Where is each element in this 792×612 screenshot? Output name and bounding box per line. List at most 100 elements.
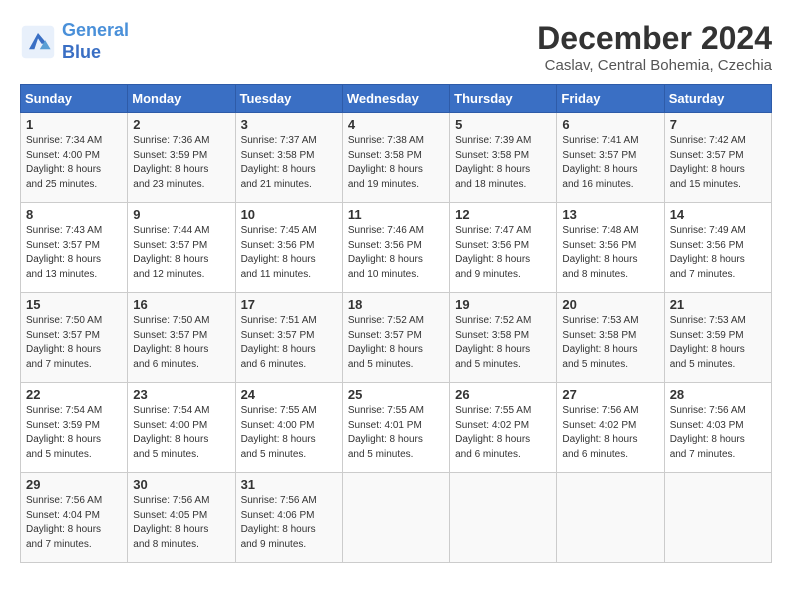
day-number: 8 xyxy=(26,207,122,222)
calendar-week-1: 1 Sunrise: 7:34 AM Sunset: 4:00 PM Daylig… xyxy=(21,113,772,203)
day-number: 30 xyxy=(133,477,229,492)
calendar-cell: 7 Sunrise: 7:42 AM Sunset: 3:57 PM Daylig… xyxy=(664,113,771,203)
page-header: General Blue December 2024 Caslav, Centr… xyxy=(20,20,772,74)
calendar-cell: 3Sunrise: 7:37 AM Sunset: 3:58 PM Daylig… xyxy=(235,113,342,203)
calendar-cell: 20 Sunrise: 7:53 AM Sunset: 3:58 PM Dayli… xyxy=(557,293,664,383)
day-number: 15 xyxy=(26,297,122,312)
day-number: 7 xyxy=(670,117,766,132)
day-info: Sunrise: 7:56 AM Sunset: 4:05 PM Dayligh… xyxy=(133,494,229,552)
calendar-cell: 22 Sunrise: 7:54 AM Sunset: 3:59 PM Dayli… xyxy=(21,383,128,473)
day-number: 6 xyxy=(562,117,658,132)
logo: General Blue xyxy=(20,20,129,63)
day-info: Sunrise: 7:53 AM Sunset: 3:59 PM Dayligh… xyxy=(670,314,766,372)
dow-header-monday: Monday xyxy=(128,85,235,113)
day-info: Sunrise: 7:41 AM Sunset: 3:57 PM Dayligh… xyxy=(562,134,658,192)
day-number: 20 xyxy=(562,297,658,312)
logo-text: General Blue xyxy=(62,20,129,63)
day-info: Sunrise: 7:36 AM Sunset: 3:59 PM Dayligh… xyxy=(133,134,229,192)
calendar-week-4: 22 Sunrise: 7:54 AM Sunset: 3:59 PM Dayli… xyxy=(21,383,772,473)
calendar-week-3: 15 Sunrise: 7:50 AM Sunset: 3:57 PM Dayli… xyxy=(21,293,772,383)
calendar-cell: 14 Sunrise: 7:49 AM Sunset: 3:56 PM Dayli… xyxy=(664,203,771,293)
calendar-cell: 17 Sunrise: 7:51 AM Sunset: 3:57 PM Dayli… xyxy=(235,293,342,383)
logo-icon xyxy=(20,24,56,60)
day-info: Sunrise: 7:55 AM Sunset: 4:02 PM Dayligh… xyxy=(455,404,551,462)
day-number: 27 xyxy=(562,387,658,402)
day-info: Sunrise: 7:49 AM Sunset: 3:56 PM Dayligh… xyxy=(670,224,766,282)
day-number: 24 xyxy=(241,387,337,402)
day-number: 26 xyxy=(455,387,551,402)
dow-header-tuesday: Tuesday xyxy=(235,85,342,113)
calendar-cell: 23 Sunrise: 7:54 AM Sunset: 4:00 PM Dayli… xyxy=(128,383,235,473)
calendar-cell: 19 Sunrise: 7:52 AM Sunset: 3:58 PM Dayli… xyxy=(450,293,557,383)
calendar-cell: 29Sunrise: 7:56 AM Sunset: 4:04 PM Dayli… xyxy=(21,473,128,563)
calendar-cell xyxy=(342,473,449,563)
calendar-cell: 27 Sunrise: 7:56 AM Sunset: 4:02 PM Dayli… xyxy=(557,383,664,473)
calendar-cell: 24 Sunrise: 7:55 AM Sunset: 4:00 PM Dayli… xyxy=(235,383,342,473)
calendar-cell: 5 Sunrise: 7:39 AM Sunset: 3:58 PM Daylig… xyxy=(450,113,557,203)
day-info: Sunrise: 7:56 AM Sunset: 4:04 PM Dayligh… xyxy=(26,494,122,552)
day-number: 10 xyxy=(241,207,337,222)
day-number: 5 xyxy=(455,117,551,132)
day-info: Sunrise: 7:56 AM Sunset: 4:06 PM Dayligh… xyxy=(241,494,337,552)
day-info: Sunrise: 7:50 AM Sunset: 3:57 PM Dayligh… xyxy=(133,314,229,372)
dow-header-sunday: Sunday xyxy=(21,85,128,113)
day-number: 31 xyxy=(241,477,337,492)
day-info: Sunrise: 7:52 AM Sunset: 3:58 PM Dayligh… xyxy=(455,314,551,372)
dow-header-friday: Friday xyxy=(557,85,664,113)
day-info: Sunrise: 7:34 AM Sunset: 4:00 PM Dayligh… xyxy=(26,134,122,192)
day-number: 19 xyxy=(455,297,551,312)
day-number: 22 xyxy=(26,387,122,402)
day-info: Sunrise: 7:47 AM Sunset: 3:56 PM Dayligh… xyxy=(455,224,551,282)
calendar-cell: 16 Sunrise: 7:50 AM Sunset: 3:57 PM Dayli… xyxy=(128,293,235,383)
calendar-cell: 1 Sunrise: 7:34 AM Sunset: 4:00 PM Daylig… xyxy=(21,113,128,203)
day-info: Sunrise: 7:52 AM Sunset: 3:57 PM Dayligh… xyxy=(348,314,444,372)
calendar-table: SundayMondayTuesdayWednesdayThursdayFrid… xyxy=(20,84,772,563)
day-number: 2 xyxy=(133,117,229,132)
day-number: 17 xyxy=(241,297,337,312)
day-number: 23 xyxy=(133,387,229,402)
day-info: Sunrise: 7:50 AM Sunset: 3:57 PM Dayligh… xyxy=(26,314,122,372)
day-info: Sunrise: 7:54 AM Sunset: 3:59 PM Dayligh… xyxy=(26,404,122,462)
calendar-week-2: 8 Sunrise: 7:43 AM Sunset: 3:57 PM Daylig… xyxy=(21,203,772,293)
calendar-cell xyxy=(450,473,557,563)
day-info: Sunrise: 7:43 AM Sunset: 3:57 PM Dayligh… xyxy=(26,224,122,282)
day-number: 13 xyxy=(562,207,658,222)
calendar-cell xyxy=(664,473,771,563)
day-info: Sunrise: 7:37 AM Sunset: 3:58 PM Dayligh… xyxy=(241,134,337,192)
day-info: Sunrise: 7:54 AM Sunset: 4:00 PM Dayligh… xyxy=(133,404,229,462)
calendar-cell: 10 Sunrise: 7:45 AM Sunset: 3:56 PM Dayli… xyxy=(235,203,342,293)
day-info: Sunrise: 7:45 AM Sunset: 3:56 PM Dayligh… xyxy=(241,224,337,282)
calendar-body: 1 Sunrise: 7:34 AM Sunset: 4:00 PM Daylig… xyxy=(21,113,772,563)
dow-header-saturday: Saturday xyxy=(664,85,771,113)
day-number: 11 xyxy=(348,207,444,222)
calendar-title: December 2024 xyxy=(537,20,772,57)
day-info: Sunrise: 7:51 AM Sunset: 3:57 PM Dayligh… xyxy=(241,314,337,372)
day-info: Sunrise: 7:44 AM Sunset: 3:57 PM Dayligh… xyxy=(133,224,229,282)
calendar-cell: 11 Sunrise: 7:46 AM Sunset: 3:56 PM Dayli… xyxy=(342,203,449,293)
day-info: Sunrise: 7:56 AM Sunset: 4:02 PM Dayligh… xyxy=(562,404,658,462)
calendar-cell: 25 Sunrise: 7:55 AM Sunset: 4:01 PM Dayli… xyxy=(342,383,449,473)
day-number: 14 xyxy=(670,207,766,222)
day-info: Sunrise: 7:56 AM Sunset: 4:03 PM Dayligh… xyxy=(670,404,766,462)
calendar-cell: 6 Sunrise: 7:41 AM Sunset: 3:57 PM Daylig… xyxy=(557,113,664,203)
day-info: Sunrise: 7:39 AM Sunset: 3:58 PM Dayligh… xyxy=(455,134,551,192)
day-number: 1 xyxy=(26,117,122,132)
dow-header-thursday: Thursday xyxy=(450,85,557,113)
day-number: 18 xyxy=(348,297,444,312)
calendar-cell: 15 Sunrise: 7:50 AM Sunset: 3:57 PM Dayli… xyxy=(21,293,128,383)
day-info: Sunrise: 7:53 AM Sunset: 3:58 PM Dayligh… xyxy=(562,314,658,372)
day-info: Sunrise: 7:42 AM Sunset: 3:57 PM Dayligh… xyxy=(670,134,766,192)
calendar-cell: 4Sunrise: 7:38 AM Sunset: 3:58 PM Daylig… xyxy=(342,113,449,203)
day-number: 16 xyxy=(133,297,229,312)
day-number: 9 xyxy=(133,207,229,222)
calendar-subtitle: Caslav, Central Bohemia, Czechia xyxy=(537,57,772,74)
dow-header-wednesday: Wednesday xyxy=(342,85,449,113)
calendar-cell: 30 Sunrise: 7:56 AM Sunset: 4:05 PM Dayli… xyxy=(128,473,235,563)
day-info: Sunrise: 7:55 AM Sunset: 4:01 PM Dayligh… xyxy=(348,404,444,462)
day-info: Sunrise: 7:55 AM Sunset: 4:00 PM Dayligh… xyxy=(241,404,337,462)
day-info: Sunrise: 7:46 AM Sunset: 3:56 PM Dayligh… xyxy=(348,224,444,282)
calendar-cell: 21Sunrise: 7:53 AM Sunset: 3:59 PM Dayli… xyxy=(664,293,771,383)
calendar-week-5: 29Sunrise: 7:56 AM Sunset: 4:04 PM Dayli… xyxy=(21,473,772,563)
day-number: 25 xyxy=(348,387,444,402)
calendar-cell: 9 Sunrise: 7:44 AM Sunset: 3:57 PM Daylig… xyxy=(128,203,235,293)
